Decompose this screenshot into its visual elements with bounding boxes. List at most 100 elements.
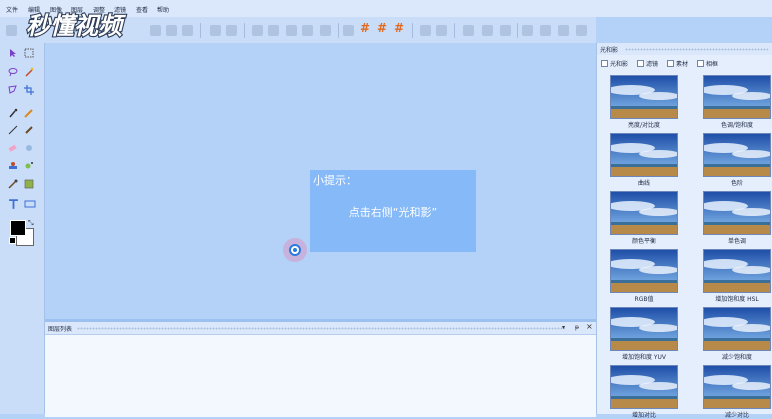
toolbar-separator: [454, 23, 455, 38]
text-tool-icon[interactable]: [8, 199, 19, 210]
miaodong-logo: 秒懂视频: [25, 11, 128, 41]
effect-thumbnail[interactable]: [703, 249, 771, 293]
effect-label[interactable]: 颜色平衡: [604, 236, 684, 245]
actual-size-icon[interactable]: [500, 25, 511, 36]
hint-title: 小提示：: [313, 174, 357, 187]
effect-label[interactable]: RGB值: [604, 294, 684, 303]
hand-icon[interactable]: [463, 25, 474, 36]
open-icon[interactable]: [150, 25, 161, 36]
panel-grip[interactable]: [77, 327, 565, 330]
panel-float-icon[interactable]: ᵽ: [575, 324, 579, 331]
effect-label[interactable]: 减少饱和度: [697, 352, 772, 361]
toolbar-separator: [412, 23, 413, 38]
rotate-left-icon[interactable]: [286, 25, 297, 36]
tool-palette: ⤡: [0, 43, 45, 414]
flip-horizontal-icon[interactable]: [252, 25, 263, 36]
fit-window-icon[interactable]: [482, 25, 493, 36]
layers-panel-title: 图层列表: [48, 326, 73, 333]
panel-menu-icon[interactable]: ▾: [562, 324, 565, 331]
effect-label[interactable]: 增加对比: [604, 410, 684, 419]
magic-wand-icon[interactable]: [24, 67, 34, 77]
effect-label[interactable]: 色阶: [697, 178, 772, 187]
effect-label[interactable]: 单色调: [697, 236, 772, 245]
save-icon[interactable]: [166, 25, 177, 36]
foreground-color-swatch[interactable]: [10, 220, 26, 236]
arrow-left-icon[interactable]: [522, 25, 533, 36]
clone-stamp-icon[interactable]: [8, 161, 18, 171]
rotate-free-icon[interactable]: [320, 25, 331, 36]
zoom-in-icon[interactable]: [420, 25, 431, 36]
effect-thumbnail[interactable]: [610, 191, 678, 235]
swap-colors-icon[interactable]: ⤡: [28, 219, 34, 228]
close-icon[interactable]: ×: [586, 322, 593, 331]
redo-icon[interactable]: [226, 25, 237, 36]
spray-icon[interactable]: [24, 161, 34, 171]
effect-thumbnail[interactable]: [703, 191, 771, 235]
svg-text:秒懂视频: 秒懂视频: [26, 12, 127, 40]
rotate-right-icon[interactable]: [302, 25, 313, 36]
effect-label[interactable]: 色调/饱和度: [697, 120, 772, 129]
print-icon[interactable]: [182, 25, 193, 36]
hash-icon[interactable]: #: [360, 21, 370, 35]
layers-panel: 图层列表 ▾ ᵽ ×: [45, 319, 596, 417]
smudge-icon[interactable]: [8, 179, 18, 189]
hint-box: 小提示： 点击右侧“光和影”: [310, 170, 476, 252]
paint-icon[interactable]: [576, 25, 587, 36]
effect-thumbnail[interactable]: [703, 75, 771, 119]
toolbar-separator: [517, 23, 518, 38]
undo-icon[interactable]: [210, 25, 221, 36]
crop-icon[interactable]: [558, 25, 569, 36]
rectangle-tool-icon[interactable]: [24, 199, 36, 209]
hint-body: 点击右侧“光和影”: [348, 206, 438, 219]
tab-frames[interactable]: 相框: [697, 59, 718, 68]
tab-light-shadow[interactable]: 光和影: [601, 59, 628, 68]
hash-icon[interactable]: #: [377, 21, 387, 35]
reset-colors-icon[interactable]: [9, 237, 16, 244]
panel-grip[interactable]: [625, 48, 769, 51]
fill-bucket-icon[interactable]: [24, 143, 34, 153]
tab-filters[interactable]: 滤镜: [637, 59, 658, 68]
line-icon[interactable]: [8, 125, 18, 135]
effects-panel-header: 光和影: [597, 43, 772, 55]
layers-panel-header: 图层列表 ▾ ᵽ ×: [45, 322, 596, 335]
effect-label[interactable]: 减少对比: [697, 410, 772, 419]
pencil-icon[interactable]: [24, 108, 34, 118]
toolbar-separator: [338, 23, 339, 38]
marquee-icon[interactable]: [24, 48, 34, 58]
new-file-icon[interactable]: [6, 25, 17, 36]
effects-tabs: 光和影 滤镜 素材 相框: [597, 56, 772, 70]
polygon-lasso-icon[interactable]: [8, 85, 18, 95]
toolbar-separator: [200, 23, 201, 38]
effect-thumbnail[interactable]: [703, 133, 771, 177]
menu-help[interactable]: 帮助: [157, 5, 169, 14]
effect-label[interactable]: 亮度/对比度: [604, 120, 684, 129]
hash-icon[interactable]: #: [394, 21, 404, 35]
crop-tool-icon[interactable]: [24, 85, 34, 95]
effect-thumbnail[interactable]: [703, 365, 771, 409]
eyedropper-icon[interactable]: [8, 108, 18, 118]
grid-icon[interactable]: [343, 25, 354, 36]
effect-thumbnail[interactable]: [610, 307, 678, 351]
zoom-out-icon[interactable]: [436, 25, 447, 36]
eraser-icon[interactable]: [8, 143, 18, 153]
effect-label[interactable]: 曲线: [604, 178, 684, 187]
effect-thumbnail[interactable]: [610, 365, 678, 409]
effect-thumbnail[interactable]: [610, 249, 678, 293]
arrow-right-icon[interactable]: [540, 25, 551, 36]
image-tool-icon[interactable]: [24, 179, 34, 189]
toolbar-separator: [244, 23, 245, 38]
lasso-icon[interactable]: [8, 67, 18, 77]
tab-materials[interactable]: 素材: [667, 59, 688, 68]
brush-icon[interactable]: [24, 125, 34, 135]
effect-thumbnail[interactable]: [610, 133, 678, 177]
menu-file[interactable]: 文件: [6, 5, 18, 14]
effect-thumbnail[interactable]: [610, 75, 678, 119]
select-arrow-icon[interactable]: [8, 48, 18, 58]
effects-panel: 光和影 光和影 滤镜 素材 相框 亮度/对比度 色调/饱和度曲线 色阶颜色平衡 单色调…: [596, 43, 772, 419]
effect-label[interactable]: 增加饱和度 YUV: [604, 352, 684, 361]
effect-label[interactable]: 增加饱和度 HSL: [697, 294, 772, 303]
flip-vertical-icon[interactable]: [268, 25, 279, 36]
cursor-center: [293, 248, 297, 252]
effect-thumbnail[interactable]: [703, 307, 771, 351]
effects-panel-title: 光和影: [600, 47, 619, 54]
